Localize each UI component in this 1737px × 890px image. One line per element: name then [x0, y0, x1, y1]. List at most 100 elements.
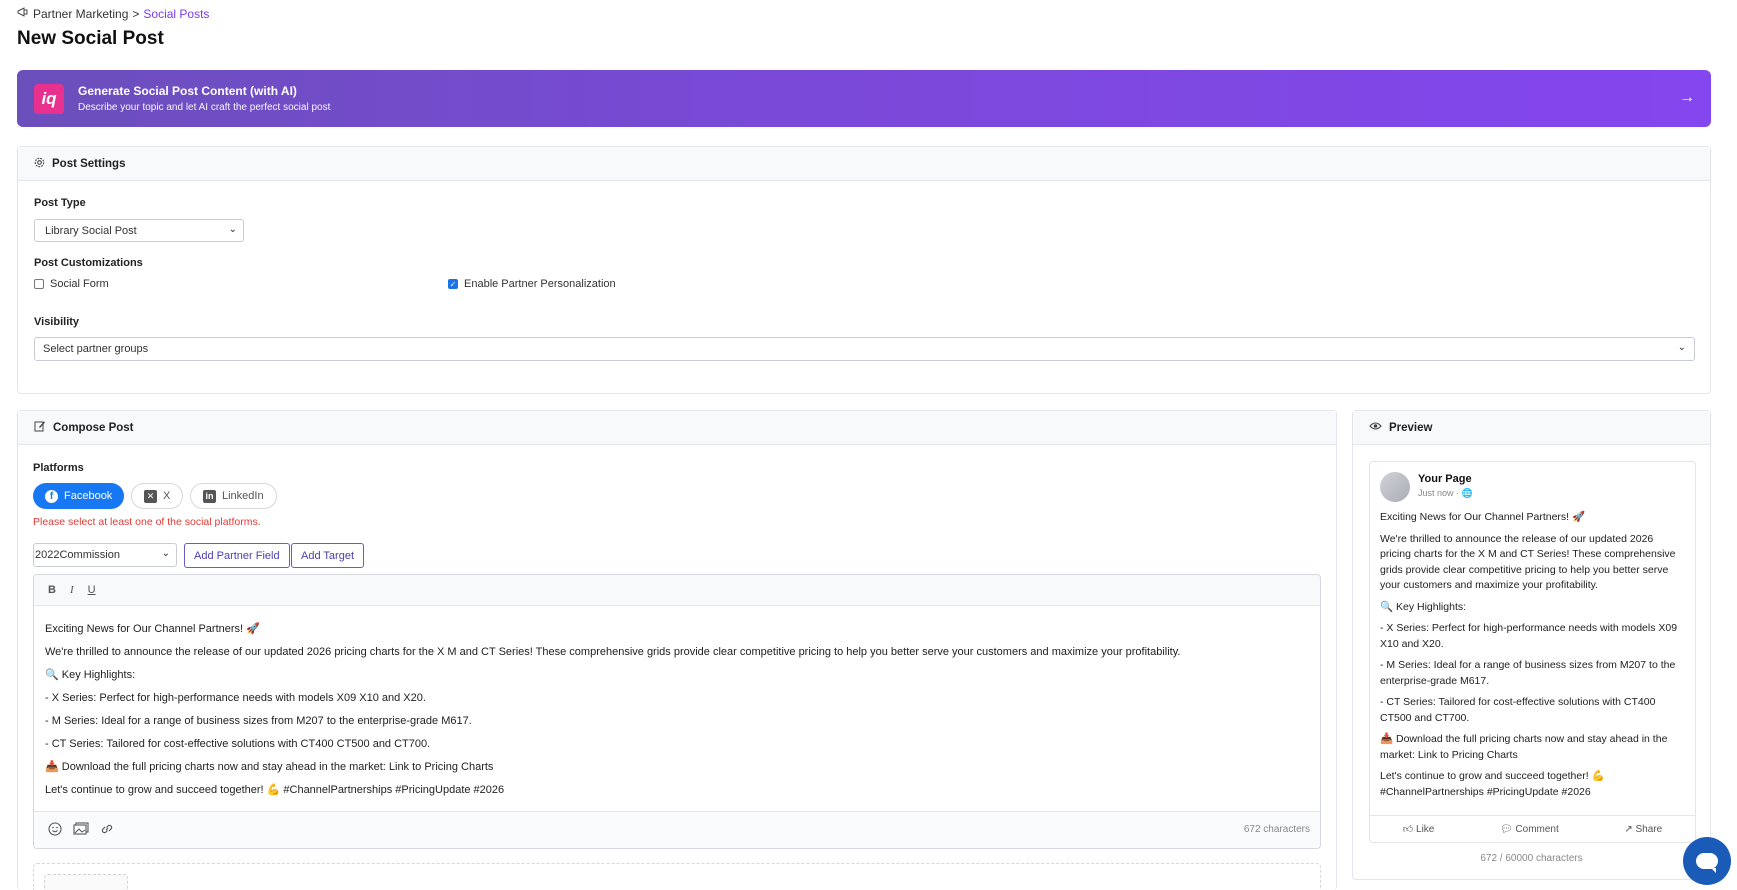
breadcrumb-parent[interactable]: Partner Marketing: [33, 7, 128, 21]
partner-personalization-label: Enable Partner Personalization: [464, 278, 616, 290]
preview-paragraph: - X Series: Perfect for high-performance…: [1380, 622, 1678, 650]
preview-like-label: Like: [1416, 824, 1435, 835]
editor-line: We're thrilled to announce the release o…: [45, 646, 1181, 658]
thumbs-up-icon: 👍︎: [1402, 824, 1414, 835]
media-upload-slot[interactable]: [44, 874, 128, 890]
partner-field-select[interactable]: 2022Commission ⌄: [33, 543, 177, 567]
chevron-down-icon: ⌄: [1677, 342, 1686, 353]
preview-comment-action: 💬︎ Comment: [1500, 824, 1559, 835]
preview-paragraph: Exciting News for Our Channel Partners! …: [1380, 511, 1586, 523]
avatar: [1380, 472, 1410, 502]
facebook-icon: f: [45, 489, 58, 503]
compose-post-header: Compose Post: [18, 411, 1336, 445]
preview-share-action: ↗ Share: [1624, 824, 1662, 835]
chat-support-button[interactable]: [1683, 837, 1731, 885]
editor-line: 📥 Download the full pricing charts now a…: [45, 761, 494, 773]
chevron-down-icon: ⌄: [228, 224, 237, 235]
compose-post-title: Compose Post: [53, 421, 134, 434]
preview-paragraph: Let's continue to grow and succeed toget…: [1380, 770, 1605, 798]
edit-icon: [34, 420, 46, 435]
preview-paragraph: 📥 Download the full pricing charts now a…: [1380, 733, 1668, 761]
facebook-post-preview: Your Page Just now · 🌐 Exciting News for…: [1369, 461, 1696, 843]
bold-button[interactable]: B: [48, 584, 56, 596]
platform-linkedin-button[interactable]: in LinkedIn: [190, 483, 277, 509]
chevron-down-icon: ⌄: [161, 548, 170, 559]
preview-header: Preview: [1353, 411, 1710, 445]
partner-personalization-option[interactable]: ✓ Enable Partner Personalization: [448, 278, 616, 290]
underline-button[interactable]: U: [88, 584, 96, 596]
social-form-option[interactable]: Social Form: [34, 278, 109, 290]
comment-icon: 💬︎: [1499, 823, 1513, 835]
editor-footer: 672 characters: [34, 811, 1320, 848]
editor-char-count: 672 characters: [1243, 824, 1310, 835]
preview-title: Preview: [1389, 421, 1433, 434]
platform-error-message: Please select at least one of the social…: [33, 516, 261, 528]
editor-line: Exciting News for Our Channel Partners! …: [45, 623, 260, 635]
visibility-label: Visibility: [34, 316, 80, 328]
preview-char-limit: 672 / 60000 characters: [1480, 853, 1583, 864]
platform-x-label: X: [163, 490, 171, 502]
editor-line: - M Series: Ideal for a range of busines…: [45, 715, 472, 727]
preview-like-action: 👍︎ Like: [1403, 823, 1435, 835]
editor-line: 🔍 Key Highlights:: [45, 669, 136, 681]
social-form-label: Social Form: [50, 278, 109, 290]
media-dropzone[interactable]: [33, 863, 1321, 890]
gear-icon: [34, 157, 45, 171]
preview-actions: 👍︎ Like 💬︎ Comment ↗ Share: [1370, 815, 1695, 842]
ai-logo-icon: iq: [34, 83, 64, 114]
editor-content[interactable]: Exciting News for Our Channel Partners! …: [34, 606, 1320, 802]
preview-page-name: Your Page: [1418, 473, 1472, 485]
preview-card: Preview Your Page Just now · 🌐 Exciting …: [1352, 410, 1711, 880]
platforms-label: Platforms: [33, 462, 84, 474]
editor-line: Let's continue to grow and succeed toget…: [45, 784, 505, 796]
post-type-label: Post Type: [34, 197, 86, 209]
partner-field-value: 2022Commission: [35, 549, 120, 561]
platform-x-button[interactable]: ✕ X: [131, 483, 184, 509]
editor-toolbar: B I U: [34, 575, 1320, 606]
preview-paragraph: 🔍 Key Highlights:: [1380, 600, 1467, 613]
breadcrumb-current[interactable]: Social Posts: [143, 7, 209, 21]
platform-facebook-button[interactable]: f Facebook: [33, 483, 125, 509]
add-partner-field-button[interactable]: Add Partner Field: [184, 543, 290, 568]
chat-icon: [1696, 853, 1718, 873]
image-icon[interactable]: [73, 821, 89, 839]
eye-icon: [1369, 421, 1382, 434]
editor-line: - X Series: Perfect for high-performance…: [45, 692, 426, 704]
post-type-select[interactable]: Library Social Post ⌄: [34, 219, 244, 242]
post-customizations-label: Post Customizations: [34, 257, 143, 269]
preview-comment-label: Comment: [1515, 823, 1559, 835]
x-icon: ✕: [144, 489, 157, 503]
post-settings-header: Post Settings: [18, 147, 1710, 181]
share-icon: ↗: [1624, 823, 1633, 835]
editor-line: - CT Series: Tailored for cost-effective…: [45, 738, 431, 750]
social-form-checkbox[interactable]: [34, 279, 44, 289]
post-settings-card: Post Settings Post Type Library Social P…: [17, 146, 1711, 394]
post-type-value: Library Social Post: [45, 224, 137, 237]
visibility-placeholder: Select partner groups: [43, 343, 149, 355]
visibility-select[interactable]: Select partner groups ⌄: [34, 337, 1695, 361]
preview-paragraph: We're thrilled to announce the release o…: [1380, 532, 1676, 592]
link-icon[interactable]: [100, 822, 114, 839]
ai-generate-banner[interactable]: iq Generate Social Post Content (with AI…: [17, 70, 1711, 127]
linkedin-icon: in: [203, 489, 216, 503]
post-settings-title: Post Settings: [52, 157, 126, 170]
emoji-icon[interactable]: [48, 821, 62, 839]
italic-button[interactable]: I: [70, 584, 74, 596]
ai-banner-subtitle: Describe your topic and let AI craft the…: [78, 102, 331, 113]
add-target-button[interactable]: Add Target: [291, 543, 365, 568]
partner-personalization-checkbox[interactable]: ✓: [448, 279, 458, 289]
arrow-right-icon[interactable]: →: [1679, 89, 1695, 107]
breadcrumb: Partner Marketing > Social Posts: [17, 6, 209, 21]
page-title: New Social Post: [17, 28, 164, 49]
ai-banner-title: Generate Social Post Content (with AI): [78, 84, 297, 98]
preview-post-body: Exciting News for Our Channel Partners! …: [1380, 510, 1687, 806]
platform-linkedin-label: LinkedIn: [222, 490, 264, 502]
platform-facebook-label: Facebook: [64, 490, 113, 502]
preview-paragraph: - CT Series: Tailored for cost-effective…: [1380, 696, 1656, 724]
compose-post-card: Compose Post Platforms f Facebook ✕ X in…: [17, 410, 1337, 890]
preview-paragraph: - M Series: Ideal for a range of busines…: [1380, 659, 1676, 687]
post-editor[interactable]: B I U Exciting News for Our Channel Part…: [33, 574, 1321, 849]
megaphone-icon: [17, 6, 29, 21]
preview-share-label: Share: [1635, 823, 1663, 835]
breadcrumb-separator: >: [132, 6, 140, 21]
